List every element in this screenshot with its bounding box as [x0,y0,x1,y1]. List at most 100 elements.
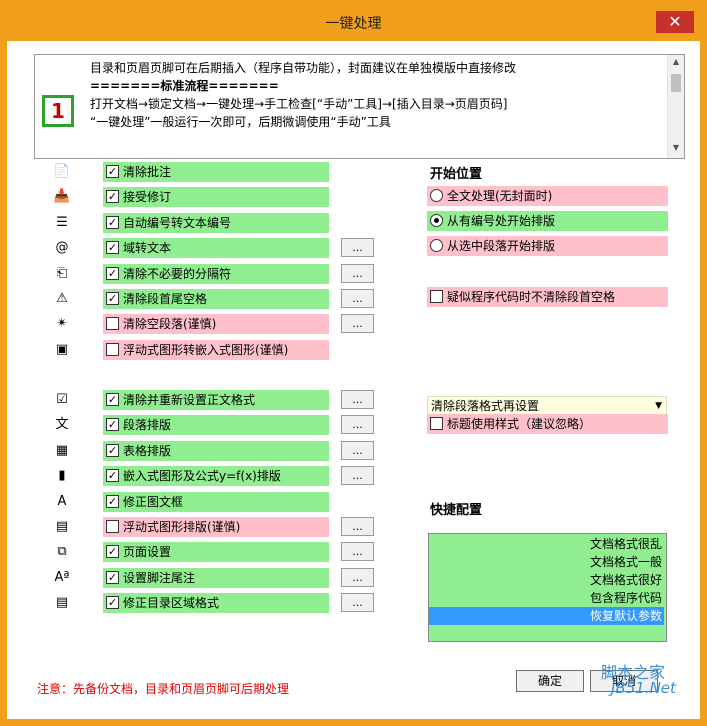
cleanup-option-7[interactable]: 浮动式图形转嵌入式图形(谨慎) [103,339,329,360]
info-line-1: 目录和页眉页脚可在后期插入（程序自带功能），封面建议在单独模版中直接修改 [90,61,517,75]
cleanup-option-1[interactable]: ✓ 接受修订 [103,187,329,208]
cleanup-option-4[interactable]: ✓ 清除不必要的分隔符 [103,263,329,284]
cleanup-more-button-3[interactable]: ... [341,238,374,258]
layout-more-button-2[interactable]: ... [341,440,374,460]
new-document-icon: ✴ [56,316,68,332]
layout-option-4[interactable]: ✓ 修正图文框 [103,491,329,512]
layout-option-3[interactable]: ✓ 嵌入式图形及公式y=f(x)排版 [103,466,329,487]
layout-more-button-0[interactable]: ... [341,390,374,409]
layout-label-0: 清除并重新设置正文格式 [123,393,256,407]
layout-label-5: 浮动式图形排版(谨慎) [123,520,241,534]
layout-checkbox-6[interactable]: ✓ [106,545,119,559]
cleanup-label-7: 浮动式图形转嵌入式图形(谨慎) [123,342,289,357]
start-position-option-0[interactable]: 全文处理(无封面时) [427,186,668,206]
info-scrollbar[interactable]: ▲ ▼ [667,55,684,158]
info-text-box[interactable]: 1 目录和页眉页脚可在后期插入（程序自带功能），封面建议在单独模版中直接修改 =… [34,54,685,159]
info-line-2: =======标准流程======= [90,79,279,93]
layout-more-button-6[interactable]: ... [341,542,374,562]
layout-checkbox-0[interactable]: ✓ [106,393,119,406]
start-position-title: 开始位置 [430,167,483,182]
layout-option-1[interactable]: ✓ 段落排版 [103,415,329,436]
start-position-radio-2[interactable] [430,239,443,252]
checkmark-box-icon: ☑ [56,392,68,407]
layout-label-3: 嵌入式图形及公式y=f(x)排版 [123,469,281,484]
quick-config-item-3[interactable]: 包含程序代码 [429,589,664,607]
layout-label-2: 表格排版 [123,443,172,458]
layout-more-button-3[interactable]: ... [341,466,374,486]
scroll-up-icon[interactable]: ▲ [668,57,684,66]
start-position-label-2: 从选中段落开始排版 [447,239,556,253]
cleanup-option-0[interactable]: ✓ 清除批注 [103,162,329,182]
heading-style-checkbox[interactable] [430,417,443,430]
start-position-label-0: 全文处理(无封面时) [447,189,553,203]
cleanup-option-2[interactable]: ✓ 自动编号转文本编号 [103,212,329,233]
layout-checkbox-3[interactable]: ✓ [106,469,119,483]
field-icon: @ [55,240,69,256]
quick-config-item-4[interactable]: 恢复默认参数 [429,607,664,625]
code-space-checkbox[interactable] [430,290,443,303]
layout-checkbox-7[interactable]: ✓ [106,570,119,584]
site-watermark: 脚本之家 JB51.Net [601,659,681,705]
cleanup-checkbox-5[interactable]: ✓ [106,292,119,305]
paragraph-icon: 文 [55,417,69,433]
layout-more-button-5[interactable]: ... [341,517,374,536]
cleanup-checkbox-3[interactable]: ✓ [106,241,119,255]
layout-more-button-8[interactable]: ... [341,593,374,613]
floating-image-icon: ▤ [55,519,69,534]
scroll-down-icon[interactable]: ▼ [668,143,684,152]
cleanup-more-button-6[interactable]: ... [341,314,374,334]
cleanup-label-3: 域转文本 [123,241,172,256]
heading-style-option[interactable]: 标题使用样式（建议忽略） [427,414,668,434]
cleanup-more-button-5[interactable]: ... [341,289,374,308]
cleanup-checkbox-2[interactable]: ✓ [106,215,119,229]
layout-checkbox-1[interactable]: ✓ [106,418,119,432]
window-title: 一键处理 [325,16,382,32]
format-mode-select[interactable]: 清除段落格式再设置 ▼ [427,396,667,416]
code-space-option[interactable]: 疑似程序代码时不清除段首空格 [427,287,668,307]
cleanup-label-0: 清除批注 [123,165,172,179]
layout-checkbox-2[interactable]: ✓ [106,443,119,457]
layout-option-7[interactable]: ✓ 设置脚注尾注 [103,567,329,588]
cleanup-checkbox-0[interactable]: ✓ [106,165,119,178]
layout-option-8[interactable]: ✓ 修正目录区域格式 [103,593,329,614]
format-mode-value: 清除段落格式再设置 [431,399,540,413]
layout-label-4: 修正图文框 [123,494,184,509]
start-position-radio-0[interactable] [430,189,443,202]
quick-config-item-0[interactable]: 文档格式很乱 [429,535,664,553]
start-position-option-2[interactable]: 从选中段落开始排版 [427,236,668,256]
image-convert-icon: ▣ [55,341,69,357]
chevron-down-icon[interactable]: ▼ [655,397,662,415]
footnote-icon: Aª [54,569,70,585]
start-position-radio-1[interactable] [430,214,443,227]
layout-checkbox-5[interactable] [106,520,119,533]
cleanup-checkbox-4[interactable]: ✓ [106,266,119,280]
layout-option-6[interactable]: ✓ 页面设置 [103,542,329,563]
cleanup-option-6[interactable]: 清除空段落(谨慎) [103,314,329,335]
start-position-option-1[interactable]: 从有编号处开始排版 [427,211,668,231]
cleanup-checkbox-1[interactable]: ✓ [106,190,119,204]
cleanup-more-button-4[interactable]: ... [341,263,374,283]
cleanup-option-5[interactable]: ✓ 清除段首尾空格 [103,289,329,309]
toc-icon: ▤ [55,595,69,611]
layout-option-2[interactable]: ✓ 表格排版 [103,440,329,461]
layout-checkbox-4[interactable]: ✓ [106,494,119,508]
title-bar[interactable]: 一键处理 ✕ [7,7,700,41]
dialog-window: 一键处理 ✕ 1 目录和页眉页脚可在后期插入（程序自带功能），封面建议在单独模版… [0,0,707,726]
quick-config-item-1[interactable]: 文档格式一般 [429,553,664,571]
quick-config-item-2[interactable]: 文档格式很好 [429,571,664,589]
layout-more-button-1[interactable]: ... [341,415,374,435]
close-button[interactable]: ✕ [656,11,694,33]
cleanup-option-3[interactable]: ✓ 域转文本 [103,238,329,259]
layout-more-button-7[interactable]: ... [341,567,374,587]
page-setup-icon: ⧉ [57,544,67,560]
numbered-list-icon: ☰ [56,214,68,230]
cleanup-checkbox-7[interactable] [106,342,119,356]
scroll-thumb[interactable] [671,74,681,92]
cleanup-checkbox-6[interactable] [106,317,119,331]
layout-checkbox-8[interactable]: ✓ [106,596,119,610]
info-line-4: “一键处理”一般运行一次即可，后期微调使用“手动”工具 [90,115,391,129]
layout-option-0[interactable]: ✓ 清除并重新设置正文格式 [103,390,329,410]
quick-config-list[interactable]: 文档格式很乱 文档格式一般 文档格式很好 包含程序代码 恢复默认参数 [428,533,667,642]
ok-button[interactable]: 确定 [516,670,584,692]
layout-option-5[interactable]: 浮动式图形排版(谨慎) [103,517,329,537]
